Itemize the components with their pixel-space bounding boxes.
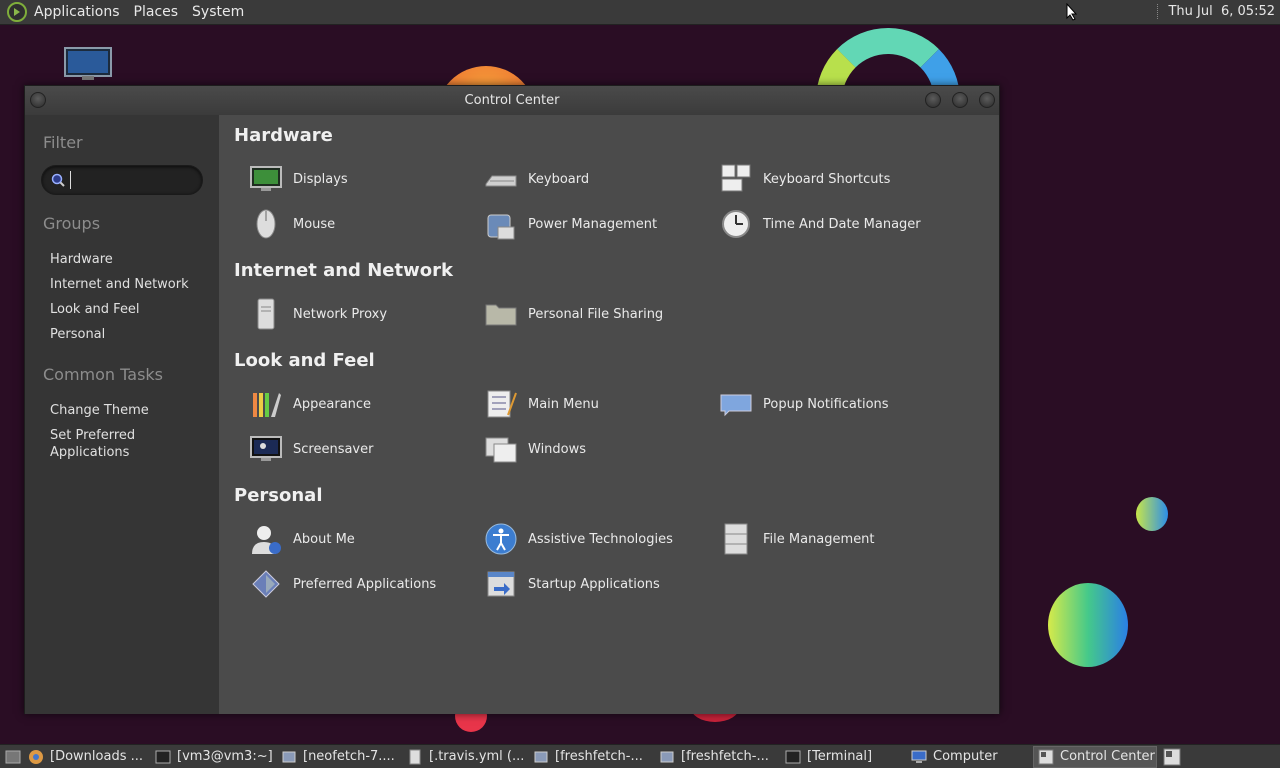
main-menu-icon xyxy=(487,390,517,418)
item-popup-notifications[interactable]: Popup Notifications xyxy=(719,386,949,422)
group-link-hardware[interactable]: Hardware xyxy=(50,251,113,268)
control-center-tray-icon[interactable] xyxy=(1163,748,1181,766)
text-editor-icon xyxy=(409,749,421,764)
computer-icon xyxy=(911,750,927,763)
windows-icon xyxy=(485,437,517,463)
window-title: Control Center xyxy=(464,93,560,108)
menu-system[interactable]: System xyxy=(185,4,251,20)
top-panel: Applications Places System Thu Jul 6, 05… xyxy=(0,0,1280,25)
wallpaper-shape xyxy=(1048,583,1128,667)
section-title-internet-network: Internet and Network xyxy=(234,260,453,281)
show-desktop-icon xyxy=(5,750,21,763)
task-freshfetch-1[interactable]: [freshfetch-... xyxy=(529,746,655,768)
section-title-personal: Personal xyxy=(234,485,323,506)
startup-apps-icon xyxy=(487,571,515,597)
item-displays[interactable]: Displays xyxy=(249,161,479,197)
item-windows[interactable]: Windows xyxy=(484,431,714,467)
task-control-center[interactable]: Control Center xyxy=(1033,745,1157,768)
item-screensaver[interactable]: Screensaver xyxy=(249,431,479,467)
task-change-theme[interactable]: Change Theme xyxy=(50,402,149,419)
about-me-icon xyxy=(252,526,281,554)
show-desktop-button[interactable] xyxy=(2,746,24,768)
task-freshfetch-2[interactable]: [freshfetch-... xyxy=(655,746,781,768)
network-proxy-icon xyxy=(257,298,275,330)
wallpaper-shape xyxy=(1136,497,1168,531)
folder-share-icon xyxy=(485,304,517,326)
group-link-internet-network[interactable]: Internet and Network xyxy=(50,276,189,293)
taskbar: [Downloads ... [vm3@vm3:~] [neofetch-7..… xyxy=(0,744,1280,768)
section-title-look-and-feel: Look and Feel xyxy=(234,350,375,371)
power-management-icon xyxy=(487,214,515,240)
item-mouse[interactable]: Mouse xyxy=(249,206,479,242)
item-about-me[interactable]: About Me xyxy=(249,521,479,557)
chrome-icon xyxy=(29,749,43,764)
clock[interactable]: Thu Jul 6, 05:52 xyxy=(1157,4,1275,19)
preferred-apps-icon xyxy=(252,570,280,598)
task-neofetch[interactable]: [neofetch-7.... xyxy=(277,746,403,768)
task-set-preferred-applications[interactable]: Set Preferred Applications xyxy=(50,427,135,461)
mate-logo-icon[interactable] xyxy=(7,2,27,22)
accessibility-icon xyxy=(485,523,517,555)
mouse-icon xyxy=(256,209,276,239)
file-manager-icon xyxy=(660,751,674,762)
terminal-icon xyxy=(785,750,801,763)
maximize-button[interactable] xyxy=(952,92,968,108)
file-management-icon xyxy=(724,523,748,555)
file-manager-icon xyxy=(282,751,296,762)
keyboard-icon xyxy=(485,175,517,187)
groups-heading: Groups xyxy=(43,214,101,233)
menu-applications[interactable]: Applications xyxy=(27,4,127,20)
item-preferred-applications[interactable]: Preferred Applications xyxy=(249,566,479,602)
item-main-menu[interactable]: Main Menu xyxy=(484,386,714,422)
item-keyboard[interactable]: Keyboard xyxy=(484,161,714,197)
clock-icon xyxy=(722,210,750,238)
appearance-icon xyxy=(253,393,281,417)
task-terminal[interactable]: [Terminal] xyxy=(781,746,907,768)
section-title-hardware: Hardware xyxy=(234,125,333,146)
close-button[interactable] xyxy=(979,92,995,108)
keyboard-shortcuts-icon xyxy=(721,164,751,192)
computer-desktop-icon[interactable] xyxy=(64,47,112,81)
minimize-button[interactable] xyxy=(925,92,941,108)
window-menu-button[interactable] xyxy=(30,92,46,108)
search-input[interactable] xyxy=(70,171,190,189)
mouse-pointer-icon xyxy=(1066,3,1078,21)
item-network-proxy[interactable]: Network Proxy xyxy=(249,296,479,332)
item-appearance[interactable]: Appearance xyxy=(249,386,479,422)
group-link-look-and-feel[interactable]: Look and Feel xyxy=(50,301,140,318)
control-center-window: Control Center Filter Groups Hardware In… xyxy=(24,85,1000,714)
filter-heading: Filter xyxy=(43,133,83,152)
group-link-personal[interactable]: Personal xyxy=(50,326,105,343)
item-time-and-date[interactable]: Time And Date Manager xyxy=(719,206,949,242)
item-file-management[interactable]: File Management xyxy=(719,521,949,557)
screensaver-icon xyxy=(250,436,282,461)
terminal-icon xyxy=(155,750,171,763)
item-personal-file-sharing[interactable]: Personal File Sharing xyxy=(484,296,714,332)
window-titlebar[interactable]: Control Center xyxy=(25,86,999,115)
notification-icon xyxy=(720,394,752,417)
sidebar: Filter Groups Hardware Internet and Netw… xyxy=(25,115,219,714)
task-computer[interactable]: Computer xyxy=(907,746,1033,768)
display-icon xyxy=(250,166,282,191)
item-power-management[interactable]: Power Management xyxy=(484,206,714,242)
main-content: Hardware Displays Keyboard Keyboard Shor… xyxy=(219,115,999,714)
file-manager-icon xyxy=(534,751,548,762)
search-icon xyxy=(51,173,65,187)
search-box[interactable] xyxy=(41,165,203,195)
task-terminal-vm3[interactable]: [vm3@vm3:~] xyxy=(151,746,277,768)
task-downloads[interactable]: [Downloads ... xyxy=(24,746,151,768)
item-keyboard-shortcuts[interactable]: Keyboard Shortcuts xyxy=(719,161,949,197)
control-center-icon xyxy=(1038,749,1054,764)
common-tasks-heading: Common Tasks xyxy=(43,365,164,384)
menu-places[interactable]: Places xyxy=(127,4,186,20)
item-assistive-technologies[interactable]: Assistive Technologies xyxy=(484,521,714,557)
task-travis-yml[interactable]: [.travis.yml (... xyxy=(403,746,529,768)
item-startup-applications[interactable]: Startup Applications xyxy=(484,566,714,602)
